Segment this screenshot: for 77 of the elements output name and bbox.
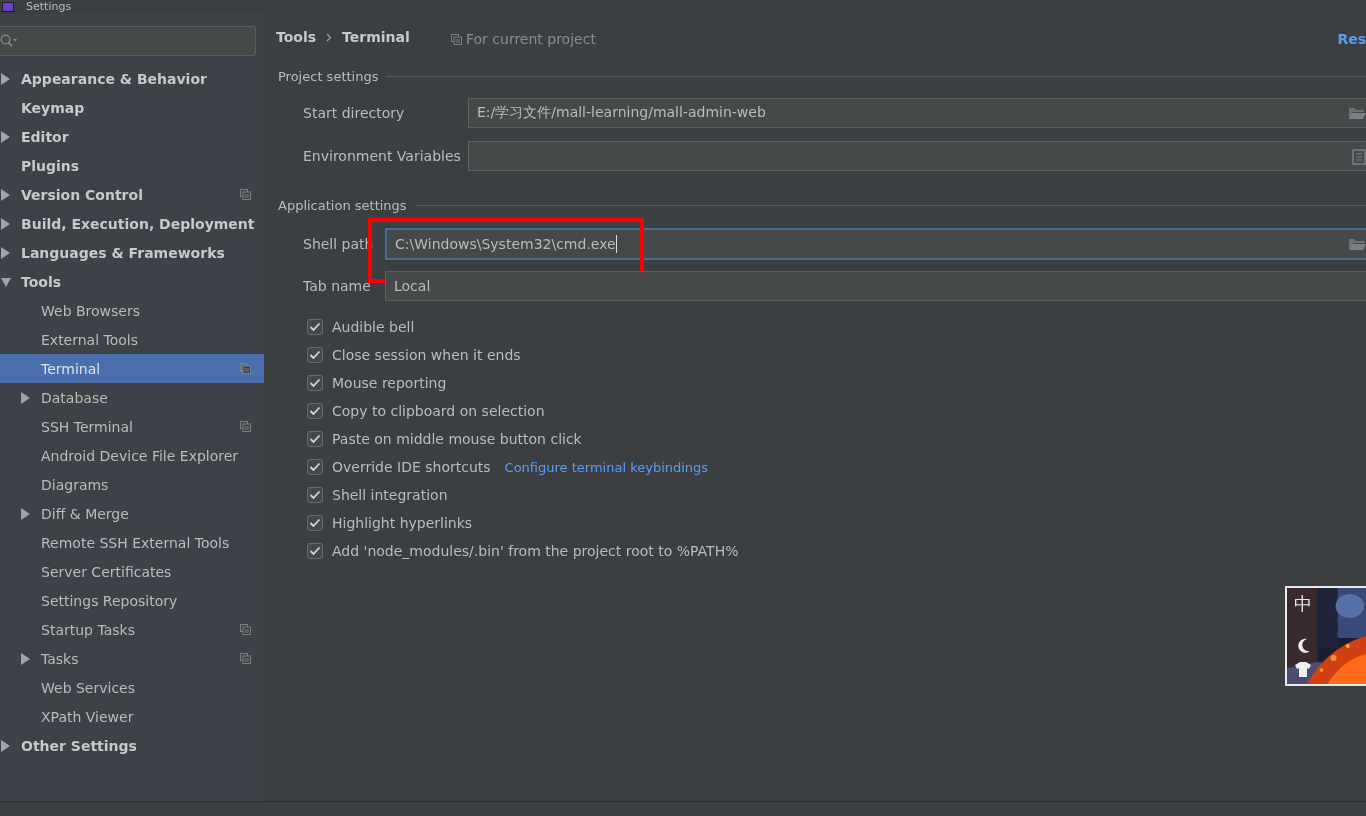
tree-item[interactable]: Diff & Merge xyxy=(0,499,264,528)
folder-icon[interactable] xyxy=(1348,237,1366,251)
tree-item[interactable]: Plugins xyxy=(0,151,264,180)
checkbox-label: Audible bell xyxy=(332,319,415,335)
expand-arrow-icon[interactable] xyxy=(1,72,11,85)
expand-arrow-icon[interactable] xyxy=(1,739,11,752)
tree-item[interactable]: Web Services xyxy=(0,673,264,702)
text-field[interactable]: Local xyxy=(385,271,1366,301)
expand-arrow-icon[interactable] xyxy=(21,391,31,404)
tree-item[interactable]: Startup Tasks xyxy=(0,615,264,644)
checkbox-label: Mouse reporting xyxy=(332,375,447,391)
input-mode-label[interactable]: 中 xyxy=(1294,594,1312,614)
checkbox-label: Add 'node_modules/.bin' from the project root to %PATH% xyxy=(332,543,739,559)
expand-arrow-icon[interactable] xyxy=(1,275,11,288)
tree-item[interactable]: Android Device File Explorer xyxy=(0,441,264,470)
tree-item[interactable]: XPath Viewer xyxy=(0,702,264,731)
keybindings-link[interactable]: Configure terminal keybindings xyxy=(504,459,709,475)
text-field[interactable] xyxy=(468,141,1366,171)
tree-item[interactable]: Keymap xyxy=(0,93,264,122)
tree-item[interactable]: Version Control xyxy=(0,180,264,209)
tree-item[interactable]: Settings Repository xyxy=(0,586,264,615)
window-title: Settings xyxy=(26,1,72,13)
expand-arrow-icon[interactable] xyxy=(1,188,11,201)
tree-item[interactable]: Server Certificates xyxy=(0,557,264,586)
checkbox[interactable] xyxy=(307,347,323,363)
tree-item[interactable]: External Tools xyxy=(0,325,264,354)
breadcrumb-item: Tools xyxy=(276,29,317,45)
section-title: Application settings xyxy=(278,197,407,213)
text-field[interactable]: C:\Windows\System32\cmd.exe xyxy=(385,228,1366,260)
shirt-icon[interactable] xyxy=(1294,661,1312,677)
chevron-icon xyxy=(326,32,333,42)
search-icon xyxy=(0,34,18,48)
field-label: Environment Variables xyxy=(302,148,462,164)
checkbox[interactable] xyxy=(307,375,323,391)
field-label: Tab name xyxy=(302,278,372,294)
expand-arrow-icon[interactable] xyxy=(1,246,11,259)
field-label: Start directory xyxy=(302,105,406,121)
checkbox-label: Highlight hyperlinks xyxy=(332,515,473,531)
checkbox[interactable] xyxy=(307,543,323,559)
expand-arrow-icon[interactable] xyxy=(1,217,11,230)
folder-icon[interactable] xyxy=(1348,106,1366,120)
checkbox[interactable] xyxy=(307,403,323,419)
tree-item[interactable]: Database xyxy=(0,383,264,412)
tree-item[interactable]: Build, Execution, Deployment xyxy=(0,209,264,238)
checkbox-label: Override IDE shortcuts xyxy=(332,459,491,475)
checkbox-label: Shell integration xyxy=(332,487,448,503)
checkbox-label: Copy to clipboard on selection xyxy=(332,403,545,419)
checkbox-label: Close session when it ends xyxy=(332,347,521,363)
tree-item[interactable]: Web Browsers xyxy=(0,296,264,325)
reset-link[interactable]: Res xyxy=(1337,31,1366,47)
expand-arrow-icon[interactable] xyxy=(21,652,31,665)
checkbox[interactable] xyxy=(307,431,323,447)
section-title: Project settings xyxy=(278,68,379,84)
tree-item[interactable]: Editor xyxy=(0,122,264,151)
tree-item[interactable]: Tasks xyxy=(0,644,264,673)
scope-label: For current project xyxy=(466,31,596,47)
copy-icon xyxy=(451,33,462,45)
tree-item[interactable]: SSH Terminal xyxy=(0,412,264,441)
tree-item[interactable]: Languages & Frameworks xyxy=(0,238,264,267)
app-icon xyxy=(2,2,14,12)
expand-arrow-icon[interactable] xyxy=(21,507,31,520)
tree-item[interactable]: Appearance & Behavior xyxy=(0,64,264,93)
tree-item[interactable]: Tools xyxy=(0,267,264,296)
breadcrumb-item: Terminal xyxy=(342,29,410,45)
tree-item[interactable]: Diagrams xyxy=(0,470,264,499)
text-field[interactable]: E:/学习文件/mall-learning/mall-admin-web xyxy=(468,98,1366,128)
tree-item[interactable]: Terminal xyxy=(0,354,264,383)
checkbox-label: Paste on middle mouse button click xyxy=(332,431,582,447)
search-field[interactable] xyxy=(0,26,256,56)
checkbox[interactable] xyxy=(307,515,323,531)
checkbox[interactable] xyxy=(307,487,323,503)
expand-arrow-icon[interactable] xyxy=(1,130,11,143)
tree-item[interactable]: Remote SSH External Tools xyxy=(0,528,264,557)
tree-item[interactable]: Other Settings xyxy=(0,731,264,760)
checkbox[interactable] xyxy=(307,459,323,475)
checkbox[interactable] xyxy=(307,319,323,335)
moon-icon[interactable] xyxy=(1297,638,1311,654)
